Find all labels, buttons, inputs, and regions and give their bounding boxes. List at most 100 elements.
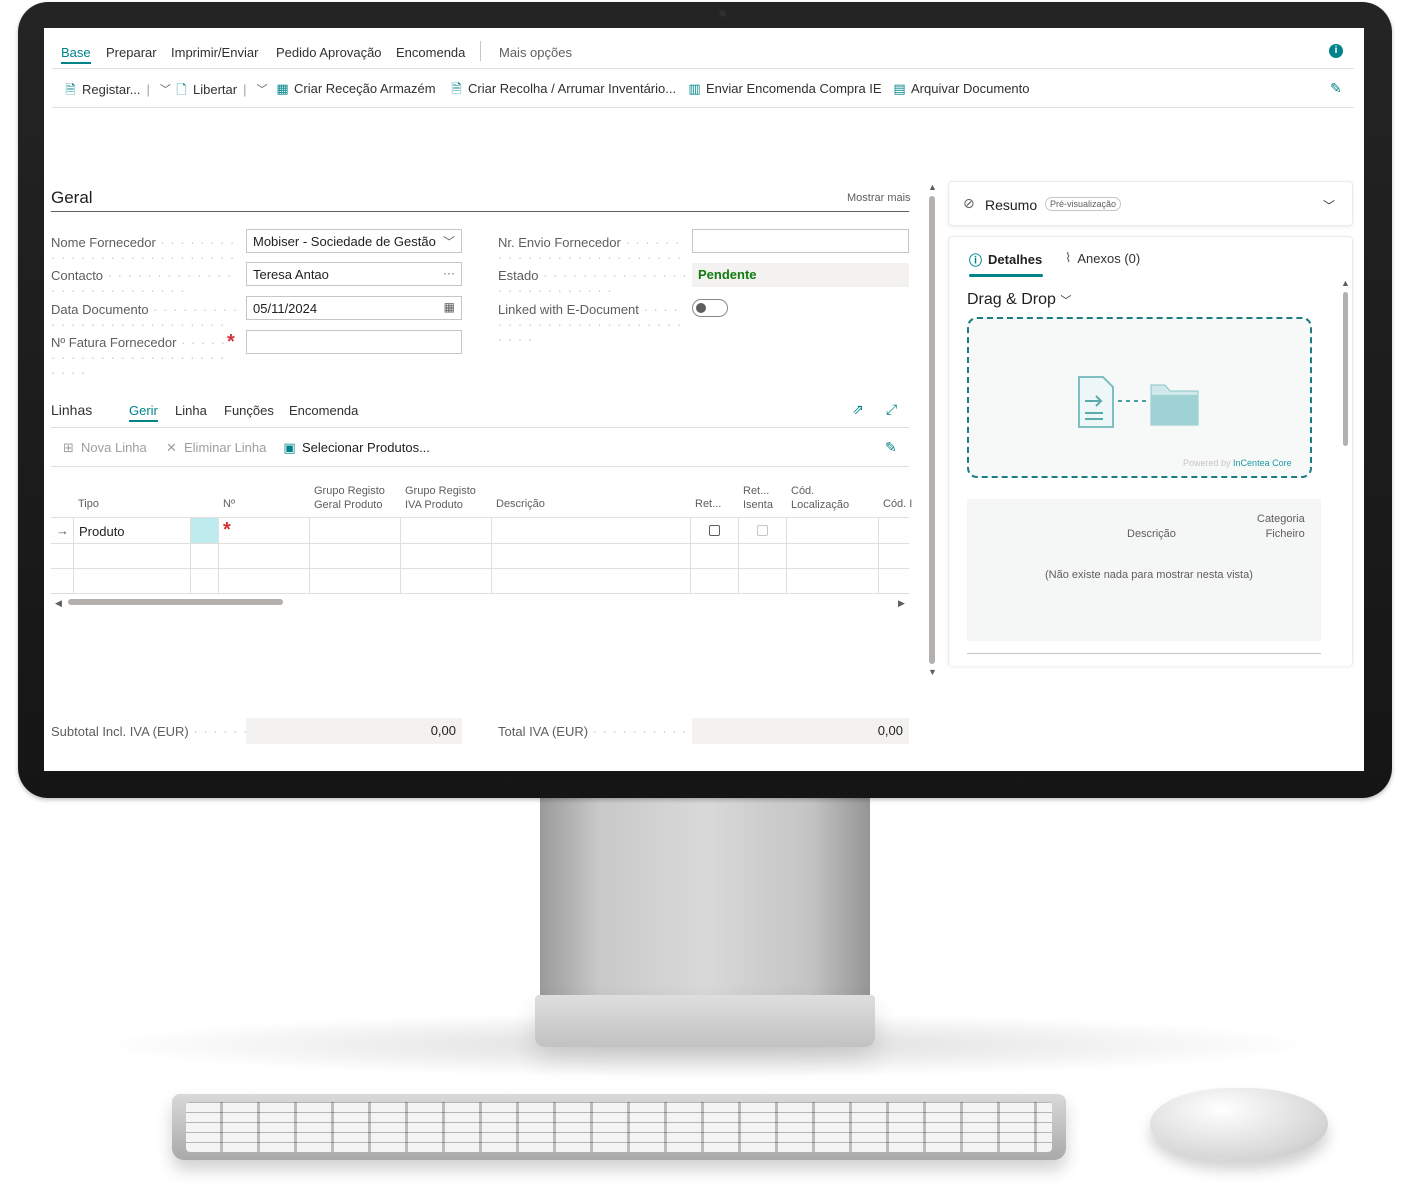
drop-zone[interactable]: Powered by InCentea Core xyxy=(967,317,1312,478)
tab-imprimir-enviar[interactable]: Imprimir/Enviar xyxy=(171,45,258,60)
keyboard-keys xyxy=(186,1102,1052,1152)
tab-pedido-aprovacao[interactable]: Pedido Aprovação xyxy=(276,45,382,60)
delete-line-label: Eliminar Linha xyxy=(184,440,267,455)
grid-hline xyxy=(51,568,909,569)
tab-encomenda[interactable]: Encomenda xyxy=(396,45,465,60)
chevron-down-icon[interactable]: ﹀ xyxy=(1323,197,1335,214)
lines-tab-linha[interactable]: Linha xyxy=(175,403,207,418)
send-ic-label: Enviar Encomenda Compra IE xyxy=(706,81,882,96)
paperclip-icon: ⌇ xyxy=(1065,250,1072,265)
vendor-invoice-field[interactable] xyxy=(246,330,462,354)
tab-preparar[interactable]: Preparar xyxy=(106,45,157,60)
details-tab[interactable]: ⓘ Detalhes xyxy=(969,250,1042,269)
col-type[interactable]: Tipo xyxy=(78,497,99,511)
scroll-down-icon[interactable]: ▼ xyxy=(928,667,937,677)
col-description[interactable]: Descrição xyxy=(1127,527,1176,542)
chevron-down-icon[interactable]: ﹀ xyxy=(438,233,455,250)
chevron-down-icon[interactable]: ﹀ xyxy=(1060,295,1071,307)
main-vertical-scrollbar[interactable] xyxy=(929,196,935,664)
col-location[interactable]: Cód. Localização xyxy=(791,484,849,512)
pin-icon[interactable]: ✎ xyxy=(885,439,897,456)
details-tab-label: Detalhes xyxy=(988,252,1043,267)
linked-edoc-toggle[interactable] xyxy=(692,299,728,317)
delete-line-action[interactable]: ✕ Eliminar Linha xyxy=(164,440,266,455)
tab-more-options[interactable]: Mais opções xyxy=(499,45,572,60)
chevron-down-icon[interactable]: ﹀ xyxy=(256,81,267,97)
drag-drop-title[interactable]: Drag & Drop ﹀ xyxy=(967,291,1071,309)
scroll-right-icon[interactable]: ▶ xyxy=(898,598,905,609)
doc-date-label: Data Documento xyxy=(51,302,241,332)
contact-field[interactable]: Teresa Antao ··· xyxy=(246,262,462,286)
select-items-action[interactable]: ▣ Selecionar Produtos... xyxy=(282,440,430,455)
grid-hline xyxy=(51,543,909,544)
vendor-name-field[interactable]: Mobiser - Sociedade de Gestão e ﹀ xyxy=(246,229,462,253)
total-vat-value: 0,00 xyxy=(692,718,909,744)
share-icon[interactable]: ⇗ xyxy=(852,401,864,418)
archive-action[interactable]: ▤ Arquivar Documento xyxy=(892,81,1029,96)
status-value: Pendente xyxy=(698,267,757,282)
lines-tab-funcoes[interactable]: Funções xyxy=(224,403,274,418)
factbox-divider xyxy=(967,653,1321,654)
general-section-title[interactable]: Geral xyxy=(51,188,93,208)
col-ret-exempt[interactable]: Ret... Isenta xyxy=(743,484,773,512)
scroll-up-icon[interactable]: ▲ xyxy=(1341,278,1350,288)
doc-date-value: 05/11/2024 xyxy=(253,301,318,316)
tab-separator xyxy=(480,41,481,61)
row-selected-cell[interactable] xyxy=(191,518,218,543)
create-receipt-action[interactable]: ▦ Criar Receção Armazém xyxy=(275,81,435,96)
info-icon[interactable]: i xyxy=(1329,44,1343,58)
vendor-name-value: Mobiser - Sociedade de Gestão e xyxy=(253,234,447,249)
lines-title[interactable]: Linhas xyxy=(51,402,92,418)
scroll-up-icon[interactable]: ▲ xyxy=(928,182,937,192)
show-more-link[interactable]: Mostrar mais xyxy=(847,192,911,204)
chevron-down-icon[interactable]: ﹀ xyxy=(160,81,171,97)
col-file-category[interactable]: Categoria Ficheiro xyxy=(1257,512,1305,542)
required-icon: * xyxy=(223,519,231,541)
ellipsis-icon[interactable]: ··· xyxy=(443,266,455,280)
preview-badge: Pré-visualização xyxy=(1045,197,1122,211)
warehouse-icon: ▦ xyxy=(276,81,289,96)
expand-icon[interactable]: ⤢ xyxy=(886,401,897,418)
release-icon: 🗋 xyxy=(176,81,187,97)
ret-checkbox[interactable] xyxy=(709,525,720,536)
lines-tab-gerir[interactable]: Gerir xyxy=(129,403,158,422)
col-vat-prod-posting[interactable]: Grupo Registo IVA Produto xyxy=(405,484,476,512)
send-ic-action[interactable]: ▥ Enviar Encomenda Compra IE xyxy=(687,81,882,96)
attachments-tab[interactable]: ⌇ Anexos (0) xyxy=(1065,250,1140,266)
grid-vline xyxy=(786,517,787,593)
col-gen-prod-posting[interactable]: Grupo Registo Geral Produto xyxy=(314,484,385,512)
tabs-divider xyxy=(52,68,1354,69)
factbox-scrollbar[interactable] xyxy=(1343,292,1348,446)
register-action[interactable]: 🗎 Registar... | ﹀ xyxy=(63,81,171,97)
vendor-shipment-field[interactable] xyxy=(692,229,909,253)
create-pick-label: Criar Recolha / Arrumar Inventário... xyxy=(468,81,677,96)
attachments-tab-label: Anexos (0) xyxy=(1077,250,1141,266)
col-ret[interactable]: Ret... xyxy=(695,497,721,511)
calendar-icon[interactable]: ▦ xyxy=(444,300,455,314)
grid-vline xyxy=(73,517,74,593)
col-description[interactable]: Descrição xyxy=(496,497,545,511)
summary-factbox-header[interactable]: ⊘ Resumo Pré-visualização ﹀ xyxy=(948,181,1353,226)
linked-edoc-label: Linked with E-Document xyxy=(498,302,688,347)
grid-vline xyxy=(309,517,310,593)
new-line-action[interactable]: ⊞ Nova Linha xyxy=(61,440,147,455)
scroll-left-icon[interactable]: ◀ xyxy=(55,598,62,609)
col-no[interactable]: Nº xyxy=(223,497,235,511)
lines-tab-encomenda[interactable]: Encomenda xyxy=(289,403,358,418)
row-arrow-icon[interactable]: → xyxy=(56,523,69,538)
create-pick-action[interactable]: 🗎 Criar Recolha / Arrumar Inventário... xyxy=(449,81,676,96)
tab-base[interactable]: Base xyxy=(61,45,91,64)
row-type-cell[interactable]: Produto xyxy=(79,524,125,539)
release-label: Libertar xyxy=(193,81,238,97)
doc-date-field[interactable]: 05/11/2024 ▦ xyxy=(246,296,462,320)
file-to-folder-icon xyxy=(1078,376,1199,428)
ret-exempt-checkbox xyxy=(757,525,768,536)
pin-icon[interactable]: ✎ xyxy=(1330,80,1342,97)
status-field: Pendente xyxy=(692,263,909,287)
monitor-stand-base xyxy=(535,995,875,1047)
lines-actions-divider xyxy=(51,466,909,467)
release-action[interactable]: 🗋 Libertar | ﹀ xyxy=(174,81,267,97)
horizontal-scrollbar[interactable] xyxy=(68,599,283,605)
col-code[interactable]: Cód. I xyxy=(883,497,912,511)
summary-icon: ⊘ xyxy=(963,195,975,211)
